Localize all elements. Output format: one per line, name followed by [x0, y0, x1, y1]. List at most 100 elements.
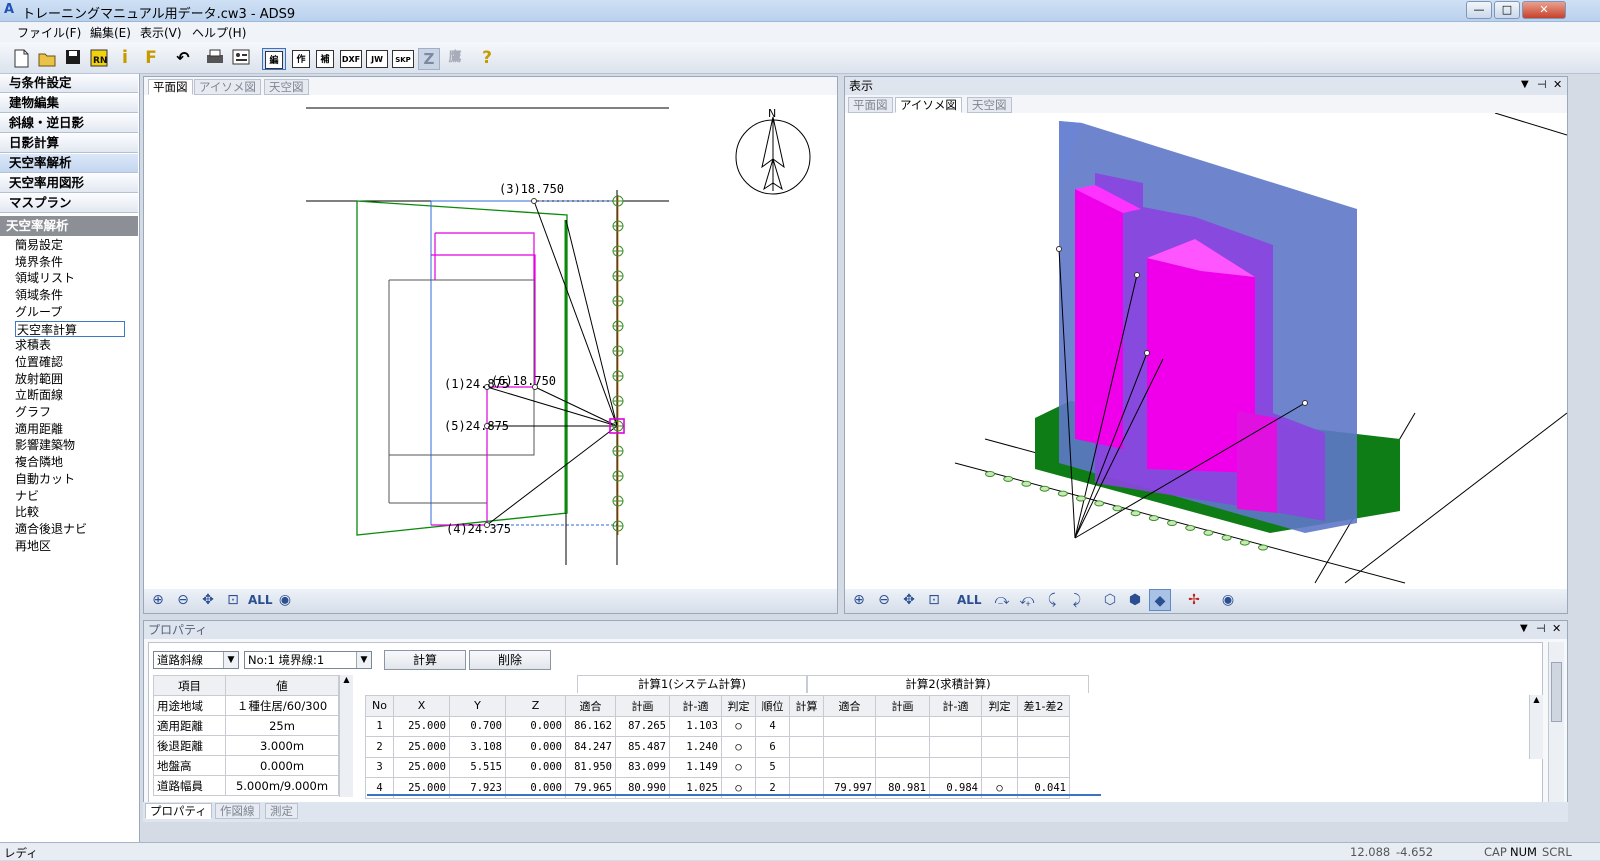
print-icon[interactable]	[204, 48, 226, 70]
mode-create-button[interactable]: 作	[292, 50, 310, 68]
sidebar-item[interactable]: 立断面線	[15, 387, 63, 403]
sidebar-item[interactable]: 複合隣地	[15, 454, 63, 470]
tab-drawing-lines[interactable]: 作図線	[215, 803, 260, 819]
column-header[interactable]: 順位	[755, 695, 790, 717]
sidebar-item[interactable]: 領域条件	[15, 287, 63, 303]
tab-isometric-2[interactable]: アイソメ図	[895, 97, 962, 113]
column-header[interactable]: 計画	[875, 695, 930, 717]
plan-drawing-canvas[interactable]: N (3)18.750 (1)24.875 (6)18.750 (5)24.87…	[144, 95, 837, 587]
column-header[interactable]: 計-適	[929, 695, 982, 717]
rotate-down-icon[interactable]: ⤸	[1066, 589, 1088, 611]
sidebar-item[interactable]: 領域リスト	[15, 270, 75, 286]
tab-sky-2[interactable]: 天空図	[967, 97, 1012, 113]
tab-plan-2[interactable]: 平面図	[848, 97, 893, 113]
view-eye-icon[interactable]: ◉	[1217, 589, 1239, 611]
mode-edit-button[interactable]: 編	[262, 48, 286, 70]
kv-scrollbar[interactable]: ▲	[339, 675, 353, 797]
zoom-all-button[interactable]: ALL	[248, 589, 273, 611]
tab-sky[interactable]: 天空図	[264, 79, 309, 95]
sidebar-item[interactable]: 位置確認	[15, 354, 63, 370]
info-icon[interactable]: i	[114, 48, 136, 70]
menu-view[interactable]: 表示(V)	[140, 24, 182, 41]
mode-jw-button[interactable]: JW	[366, 50, 388, 68]
table-row[interactable]: 1 25.000 0.700 0.000 86.162 87.265 1.103 ○ 4	[365, 715, 1070, 737]
help-icon[interactable]: ?	[476, 48, 498, 70]
undo-icon[interactable]: ↶	[172, 48, 194, 70]
kv-value[interactable]: １種住居/60/300	[225, 695, 339, 716]
panel-menu-icon[interactable]: ▼	[1520, 623, 1528, 634]
column-header[interactable]: 差1-差2	[1017, 695, 1070, 717]
new-file-icon[interactable]	[10, 48, 32, 70]
sidebar-item[interactable]: ナビ	[15, 488, 39, 504]
table-scrollbar[interactable]: ▲	[1529, 695, 1543, 759]
menu-edit[interactable]: 編集(E)	[90, 24, 131, 41]
minimize-button[interactable]: —	[1466, 1, 1492, 19]
sidebar-item[interactable]: グループ	[15, 304, 62, 320]
column-header[interactable]: 適合	[565, 695, 616, 717]
save-icon[interactable]	[62, 48, 84, 70]
table-row[interactable]: 3 25.000 5.515 0.000 81.950 83.099 1.149 ○ 5	[365, 756, 1070, 778]
column-header[interactable]: 適合	[823, 695, 876, 717]
panel-close-icon[interactable]: ✕	[1553, 78, 1562, 91]
zoom-window-icon[interactable]: ⊡	[923, 589, 945, 611]
column-header[interactable]: 計算	[789, 695, 824, 717]
orbit-icon[interactable]: ✢	[1183, 589, 1205, 611]
sidebar-item[interactable]: 再地区	[15, 538, 51, 554]
menu-file[interactable]: ファイル(F)	[17, 24, 81, 41]
sidebar-group-building-edit[interactable]: 建物編集	[0, 94, 138, 113]
sidebar-item[interactable]: 影響建築物	[15, 437, 75, 453]
column-header[interactable]: Z	[505, 695, 566, 717]
column-header[interactable]: No	[365, 695, 394, 717]
open-folder-icon[interactable]	[36, 48, 58, 70]
hidden-line-icon[interactable]: ⬢	[1124, 589, 1146, 611]
sidebar-group-sky-figures[interactable]: 天空率用図形	[0, 174, 138, 193]
column-header[interactable]: 判定	[981, 695, 1018, 717]
sidebar-item[interactable]: 簡易設定	[15, 237, 63, 253]
column-header[interactable]: Y	[449, 695, 506, 717]
rotate-right-icon[interactable]: ⤽	[1016, 589, 1038, 611]
kv-value[interactable]: 0.000m	[225, 755, 339, 776]
tab-properties[interactable]: プロパティ	[145, 803, 212, 819]
column-header[interactable]: 計画	[615, 695, 670, 717]
panel-close-icon[interactable]: ✕	[1552, 622, 1561, 635]
tab-plan[interactable]: 平面図	[148, 79, 193, 95]
boundary-select[interactable]: No:1 境界線:1 ▼	[244, 651, 372, 669]
zoom-out-icon[interactable]: ⊖	[172, 589, 194, 611]
sidebar-group-conditions[interactable]: 与条件設定	[0, 74, 138, 93]
kv-value[interactable]: 25m	[225, 715, 339, 736]
panel-scrollbar[interactable]	[1548, 642, 1564, 814]
sidebar-item[interactable]: 比較	[15, 504, 39, 520]
zoom-window-icon[interactable]: ⊡	[222, 589, 244, 611]
column-header[interactable]: 計-適	[669, 695, 722, 717]
sidebar-group-shadow-calc[interactable]: 日影計算	[0, 134, 138, 153]
shaded-icon[interactable]: ◆	[1149, 589, 1171, 611]
sidebar-group-sky-analysis[interactable]: 天空率解析	[0, 154, 138, 173]
calc-button[interactable]: 計算	[384, 650, 466, 670]
settings-icon[interactable]	[230, 48, 252, 70]
sidebar-group-slant-shadow[interactable]: 斜線・逆日影	[0, 114, 138, 133]
isometric-canvas[interactable]	[845, 113, 1567, 587]
pan-icon[interactable]: ✥	[197, 589, 219, 611]
sidebar-group-mass-plan[interactable]: マスプラン	[0, 194, 138, 213]
column-header[interactable]: 判定	[721, 695, 756, 717]
slant-type-select[interactable]: 道路斜線 ▼	[153, 651, 239, 669]
tab-isometric[interactable]: アイソメ図	[194, 79, 261, 95]
zoom-all-button[interactable]: ALL	[957, 589, 982, 611]
kv-value[interactable]: 3.000m	[225, 735, 339, 756]
flag-icon[interactable]: F	[140, 48, 162, 70]
pan-icon[interactable]: ✥	[898, 589, 920, 611]
mode-z-button[interactable]: Z	[418, 48, 440, 70]
mode-dxf-button[interactable]: DXF	[340, 50, 362, 68]
rotate-left-icon[interactable]: ⤼	[991, 589, 1013, 611]
sidebar-item[interactable]: 自動カット	[15, 471, 75, 487]
delete-button[interactable]: 削除	[469, 650, 551, 670]
mode-supplement-button[interactable]: 補	[316, 50, 334, 68]
pin-icon[interactable]: ⊣	[1536, 622, 1546, 635]
mode-disabled-button[interactable]: 鷹	[444, 48, 466, 70]
wireframe-icon[interactable]: ⬡	[1099, 589, 1121, 611]
kv-value[interactable]: 5.000m/9.000m	[225, 775, 339, 796]
sidebar-item[interactable]: グラフ	[15, 404, 51, 420]
zoom-in-icon[interactable]: ⊕	[848, 589, 870, 611]
sidebar-item[interactable]: 放射範囲	[15, 371, 63, 387]
sidebar-item[interactable]: 境界条件	[15, 254, 63, 270]
